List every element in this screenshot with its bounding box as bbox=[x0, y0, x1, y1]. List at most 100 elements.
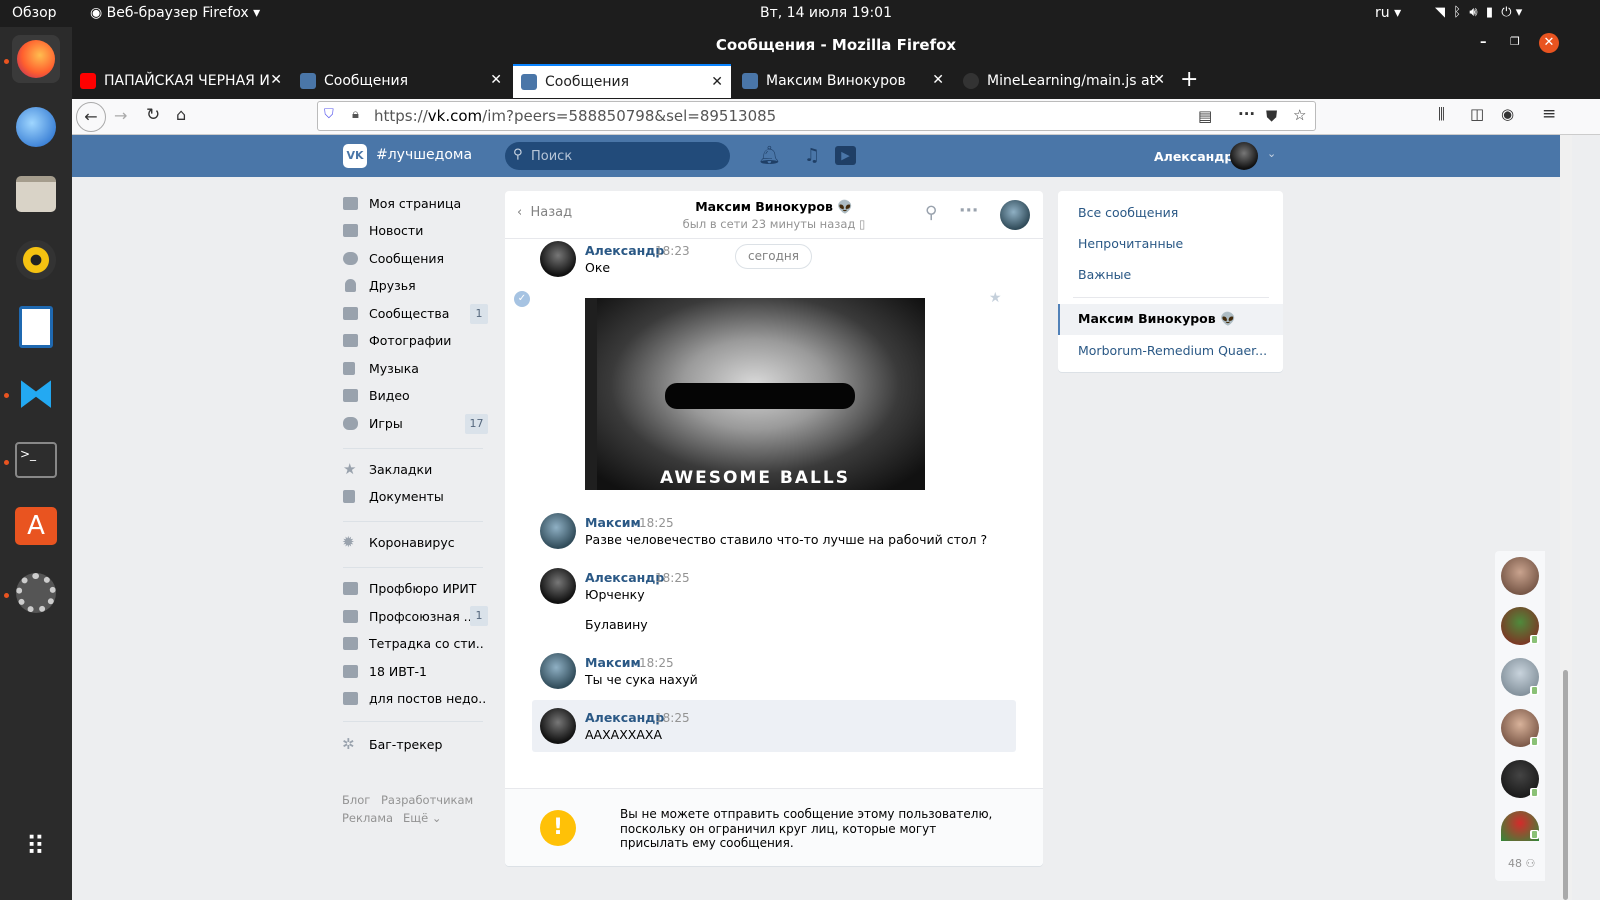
message-avatar[interactable] bbox=[540, 708, 576, 744]
sidebar-icon[interactable]: ◫ bbox=[1470, 105, 1484, 123]
filter-important[interactable]: Важные bbox=[1078, 267, 1131, 282]
menu-messages[interactable]: Сообщения bbox=[369, 251, 444, 266]
account-icon[interactable]: ◉ bbox=[1501, 105, 1514, 123]
vk-logo-icon[interactable]: VK bbox=[343, 144, 367, 168]
files-dock-icon[interactable] bbox=[12, 170, 60, 218]
close-tab-icon[interactable]: ✕ bbox=[490, 72, 502, 88]
message-author[interactable]: Александр bbox=[585, 570, 664, 585]
message-time[interactable]: 18:23 bbox=[655, 244, 690, 258]
selected-message-row[interactable] bbox=[532, 700, 1016, 752]
chevron-down-icon[interactable]: ⌄ bbox=[1267, 147, 1276, 160]
close-tab-icon[interactable]: ✕ bbox=[1153, 72, 1165, 88]
menu-friends[interactable]: Друзья bbox=[369, 278, 416, 293]
image-attachment[interactable]: AWESOME BALLS bbox=[585, 298, 925, 490]
menu-photos[interactable]: Фотографии bbox=[369, 333, 451, 348]
terminal-dock-icon[interactable]: >_ bbox=[12, 436, 60, 484]
menu-bookmarks[interactable]: Закладки bbox=[369, 462, 432, 477]
footer-blog-link[interactable]: Блог bbox=[342, 793, 370, 807]
rhythmbox-dock-icon[interactable] bbox=[12, 236, 60, 284]
menu-group-tetradka[interactable]: Тетрадка со сти.. bbox=[369, 636, 484, 651]
message-time[interactable]: 18:25 bbox=[655, 571, 690, 585]
close-tab-icon[interactable]: ✕ bbox=[932, 72, 944, 88]
message-author[interactable]: Александр bbox=[585, 243, 664, 258]
tab-youtube[interactable]: ПАПАЙСКАЯ ЧЕРНАЯ И ✕ bbox=[72, 64, 290, 98]
software-dock-icon[interactable]: A bbox=[12, 502, 60, 550]
message-avatar[interactable] bbox=[540, 513, 576, 549]
tracking-shield-icon[interactable]: ⛉ bbox=[324, 107, 334, 122]
message-author[interactable]: Максим bbox=[585, 655, 641, 670]
pocket-icon[interactable]: ⛊ bbox=[1266, 107, 1277, 125]
tab-maksim[interactable]: Максим Винокуров ✕ bbox=[734, 64, 952, 98]
more-actions-icon[interactable]: ··· bbox=[959, 201, 978, 221]
page-actions-icon[interactable]: ··· bbox=[1238, 105, 1255, 123]
firefox-dock-icon[interactable] bbox=[12, 35, 60, 83]
footer-ads-link[interactable]: Реклама bbox=[342, 811, 393, 825]
lock-icon[interactable]: 🔒︎ bbox=[352, 107, 359, 122]
message-time[interactable]: 18:25 bbox=[639, 516, 674, 530]
menu-documents[interactable]: Документы bbox=[369, 489, 444, 504]
reader-view-icon[interactable]: ▤ bbox=[1198, 107, 1212, 125]
menu-news[interactable]: Новости bbox=[369, 223, 423, 238]
profile-avatar[interactable] bbox=[1230, 142, 1258, 170]
thunderbird-dock-icon[interactable] bbox=[12, 103, 60, 151]
menu-group-profburo[interactable]: Профбюро ИРИТ bbox=[369, 581, 476, 596]
hamburger-menu-icon[interactable]: ≡ bbox=[1542, 104, 1556, 124]
show-apps-button[interactable]: ⠿ bbox=[12, 823, 60, 871]
message-avatar[interactable] bbox=[540, 241, 576, 277]
message-author[interactable]: Максим bbox=[585, 515, 641, 530]
close-tab-icon[interactable]: ✕ bbox=[711, 74, 723, 90]
chat-search-icon[interactable]: ⚲ bbox=[925, 203, 937, 223]
back-button[interactable]: ← bbox=[76, 102, 106, 132]
menu-video[interactable]: Видео bbox=[369, 388, 410, 403]
menu-coronavirus[interactable]: Коронавирус bbox=[369, 535, 455, 550]
home-button[interactable]: ⌂ bbox=[176, 105, 186, 124]
message-avatar[interactable] bbox=[540, 653, 576, 689]
tab-messages-1[interactable]: Сообщения ✕ bbox=[292, 64, 510, 98]
selected-check-icon[interactable]: ✓ bbox=[514, 291, 530, 307]
conversation-morborum[interactable]: Morborum-Remedium Quaer... bbox=[1078, 343, 1267, 358]
app-menu[interactable]: ◉ Веб-браузер Firefox ▾ bbox=[90, 5, 260, 21]
friend-avatar[interactable] bbox=[1501, 557, 1539, 595]
friends-online-count[interactable]: 48 ⚇ bbox=[1508, 857, 1535, 870]
music-note-icon[interactable]: ♫ bbox=[804, 145, 820, 166]
scrollbar-thumb[interactable] bbox=[1563, 670, 1568, 900]
message-time[interactable]: 18:25 bbox=[655, 711, 690, 725]
vscode-dock-icon[interactable]: ⧓ bbox=[12, 369, 60, 417]
bookmark-star-icon[interactable]: ☆ bbox=[1293, 106, 1306, 124]
menu-group-ivt[interactable]: 18 ИВТ-1 bbox=[369, 664, 427, 679]
peer-avatar[interactable] bbox=[1000, 200, 1030, 230]
tab-messages-active[interactable]: Сообщения ✕ bbox=[513, 64, 731, 98]
close-window-button[interactable]: ✕ bbox=[1539, 33, 1559, 53]
filter-unread[interactable]: Непрочитанные bbox=[1078, 236, 1183, 251]
play-icon[interactable]: ▶ bbox=[835, 146, 856, 165]
filter-all-messages[interactable]: Все сообщения bbox=[1078, 205, 1178, 220]
important-star-icon[interactable]: ★ bbox=[989, 290, 1002, 306]
language-indicator[interactable]: ru ▾ bbox=[1375, 5, 1401, 21]
menu-games[interactable]: Игры bbox=[369, 416, 403, 431]
footer-more-link[interactable]: Ещё ⌄ bbox=[403, 811, 441, 825]
close-tab-icon[interactable]: ✕ bbox=[270, 72, 282, 88]
status-icons[interactable]: ◥ ᛒ 🔊︎ ▮ ⏻ ▾ bbox=[1435, 5, 1522, 20]
minimize-button[interactable]: – bbox=[1480, 35, 1487, 50]
message-author[interactable]: Александр bbox=[585, 710, 664, 725]
clock[interactable]: Вт, 14 июля 19:01 bbox=[760, 5, 892, 21]
url-bar[interactable]: ⛉ 🔒︎ https://vk.com/im?peers=588850798&s… bbox=[317, 101, 1316, 131]
menu-group-posts[interactable]: для постов недо.. bbox=[369, 691, 486, 706]
message-avatar[interactable] bbox=[540, 568, 576, 604]
page-scrollbar[interactable] bbox=[1560, 135, 1572, 900]
overview-button[interactable]: Обзор bbox=[12, 5, 57, 21]
menu-my-page[interactable]: Моя страница bbox=[369, 196, 461, 211]
new-tab-button[interactable]: + bbox=[1180, 67, 1198, 92]
vk-slogan[interactable]: #лучшедома bbox=[376, 147, 472, 163]
tab-github[interactable]: MineLearning/main.js at ✕ bbox=[955, 64, 1173, 98]
settings-dock-icon[interactable] bbox=[12, 569, 60, 617]
notifications-bell-icon[interactable]: 🔔︎ bbox=[758, 145, 781, 166]
maximize-button[interactable]: ❐ bbox=[1510, 35, 1520, 48]
forward-button[interactable]: → bbox=[114, 106, 127, 125]
reload-button[interactable]: ↻ bbox=[146, 105, 160, 125]
library-icon[interactable]: ⫼ bbox=[1438, 105, 1445, 123]
footer-dev-link[interactable]: Разработчикам bbox=[381, 793, 473, 807]
menu-group-profsoyuz[interactable]: Профсоюзная ... bbox=[369, 609, 476, 624]
menu-communities[interactable]: Сообщества bbox=[369, 306, 449, 321]
conversation-maksim[interactable]: Максим Винокуров 👽 bbox=[1078, 311, 1236, 327]
